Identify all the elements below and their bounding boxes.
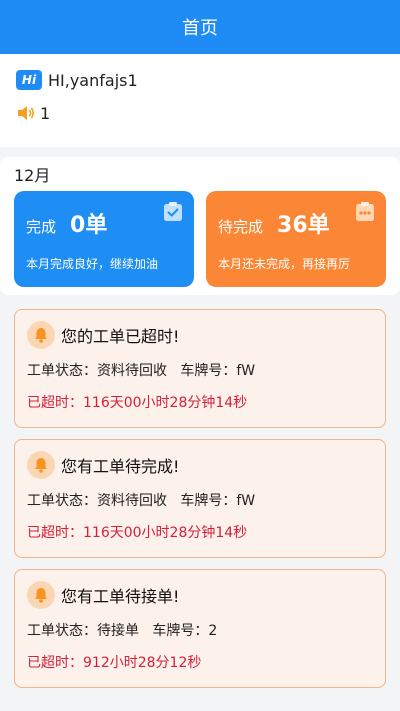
overdue-time: 已超时：116天00小时28分钟14秒 <box>27 395 248 411</box>
alert-info: 工单状态：资料待回收 车牌号：fW <box>27 490 373 510</box>
completed-stat-card[interactable]: 完成 0单 本月完成良好，继续加油 <box>14 191 194 287</box>
completed-value: 0单 <box>70 213 108 238</box>
alert-info: 工单状态：资料待回收 车牌号：fW <box>27 360 373 380</box>
clipboard-dots-icon <box>356 202 374 221</box>
alert-info: 工单状态：待接单 车牌号：2 <box>27 620 373 640</box>
order-status: 工单状态：资料待回收 <box>27 493 167 509</box>
page-title: 首页 <box>182 18 218 39</box>
overdue-time: 已超时：912小时28分12秒 <box>27 655 202 671</box>
order-status: 工单状态：资料待回收 <box>27 363 167 379</box>
month-summary-card: 12月 完成 0单 本月完成良好，继续加油 待完成 36单 本月还未完成，再接再… <box>0 157 400 295</box>
pending-stat-card[interactable]: 待完成 36单 本月还未完成，再接再厉 <box>206 191 386 287</box>
plate-number: 车牌号：fW <box>180 363 256 379</box>
notice-count: 1 <box>40 103 51 123</box>
pending-desc: 本月还未完成，再接再厉 <box>218 257 351 271</box>
hi-badge-icon: Hi <box>16 70 42 90</box>
alert-card[interactable]: 您有工单待完成! 工单状态：资料待回收 车牌号：fW 已超时：116天00小时2… <box>14 439 386 558</box>
greeting-text: HI,yanfajs1 <box>48 70 138 90</box>
alert-header: 您有工单待接单! <box>27 580 373 610</box>
clipboard-check-icon <box>164 202 182 221</box>
bell-icon <box>27 581 55 609</box>
order-status: 工单状态：待接单 <box>27 623 139 639</box>
greeting-row: Hi HI,yanfajs1 <box>16 68 384 92</box>
notice-row[interactable]: 1 <box>16 102 384 124</box>
speaker-icon <box>18 106 34 120</box>
pending-value: 36单 <box>277 213 330 238</box>
plate-number: 车牌号：fW <box>180 493 256 509</box>
alert-card[interactable]: 您有工单待接单! 工单状态：待接单 车牌号：2 已超时：912小时28分12秒 <box>14 569 386 688</box>
app-header: 首页 <box>0 0 400 54</box>
alert-card[interactable]: 您的工单已超时! 工单状态：资料待回收 车牌号：fW 已超时：116天00小时2… <box>14 309 386 428</box>
month-label: 12月 <box>14 166 51 185</box>
alert-title: 您有工单待完成! <box>61 457 180 476</box>
completed-label: 完成 <box>26 218 57 236</box>
alert-title: 您的工单已超时! <box>61 327 180 346</box>
pending-label: 待完成 <box>218 218 264 236</box>
alert-header: 您有工单待完成! <box>27 450 373 480</box>
stats-row: 完成 0单 本月完成良好，继续加油 待完成 36单 本月还未完成，再接再厉 <box>14 191 386 287</box>
plate-number: 车牌号：2 <box>152 623 218 639</box>
alert-list: 您的工单已超时! 工单状态：资料待回收 车牌号：fW 已超时：116天00小时2… <box>0 295 400 688</box>
completed-desc: 本月完成良好，继续加油 <box>26 257 159 271</box>
alert-title: 您有工单待接单! <box>61 587 180 606</box>
alert-header: 您的工单已超时! <box>27 320 373 350</box>
bell-icon <box>27 321 55 349</box>
bell-icon <box>27 451 55 479</box>
overdue-time: 已超时：116天00小时28分钟14秒 <box>27 525 248 541</box>
greeting-card: Hi HI,yanfajs1 1 <box>0 54 400 147</box>
